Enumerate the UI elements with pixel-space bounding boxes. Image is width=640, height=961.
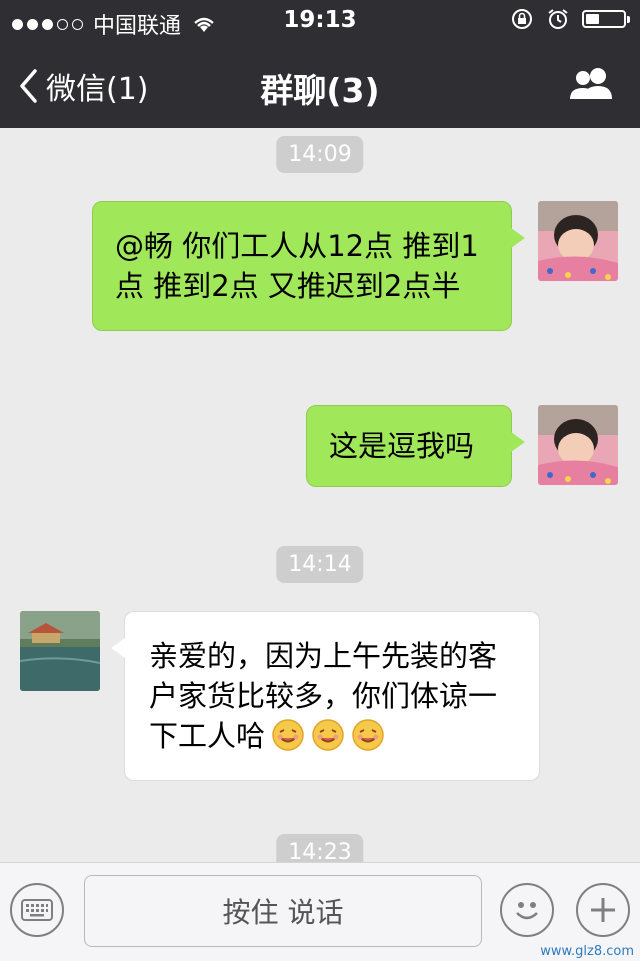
more-button[interactable] — [576, 883, 630, 937]
alarm-icon — [548, 9, 568, 29]
outgoing-message[interactable]: @畅 你们工人从12点 推到1点 推到2点 又推迟到2点半 — [92, 201, 525, 331]
battery-icon — [582, 10, 630, 28]
message-list[interactable]: 14:09 @畅 你们工人从12点 推到1点 推到2点 又推迟到2点半 这是逗我… — [0, 128, 640, 862]
keyboard-icon — [21, 899, 53, 921]
keyboard-toggle-button[interactable] — [10, 883, 64, 937]
input-bar: 按住 说话 www.glz8.com — [0, 862, 640, 961]
incoming-message[interactable]: 亲爱的，因为上午先装的客户家货比较多，你们体谅一下工人哈 — [111, 611, 540, 781]
my-avatar[interactable] — [538, 201, 618, 281]
timestamp: 14:14 — [276, 546, 364, 583]
status-bar: 中国联通 19:13 — [0, 0, 640, 40]
smile-emoji-icon — [272, 719, 304, 751]
smile-emoji-icon — [352, 719, 384, 751]
message-text: @畅 你们工人从12点 推到1点 推到2点 又推迟到2点半 — [115, 229, 479, 303]
contact-avatar[interactable] — [20, 611, 100, 691]
chat-title: 群聊(3) — [260, 71, 380, 110]
my-avatar[interactable] — [538, 405, 618, 485]
nav-bar: 微信(1) 群聊(3) — [0, 40, 640, 128]
group-members-icon — [570, 68, 612, 99]
baby-photo — [538, 405, 618, 485]
message-text: 这是逗我吗 — [329, 429, 475, 463]
pavilion-photo — [20, 611, 100, 691]
timestamp: 14:23 — [276, 834, 364, 862]
timestamp: 14:09 — [276, 136, 364, 173]
rotation-lock-icon — [512, 9, 532, 29]
emoji-icon — [516, 902, 538, 920]
hold-to-talk-button[interactable]: 按住 说话 — [84, 875, 482, 947]
watermark: www.glz8.com — [540, 944, 634, 959]
baby-photo — [538, 201, 618, 281]
group-info-button[interactable] — [568, 66, 616, 104]
outgoing-message[interactable]: 这是逗我吗 — [306, 405, 525, 487]
smile-emoji-icon — [312, 719, 344, 751]
emoji-button[interactable] — [500, 883, 554, 937]
plus-icon — [591, 898, 615, 922]
